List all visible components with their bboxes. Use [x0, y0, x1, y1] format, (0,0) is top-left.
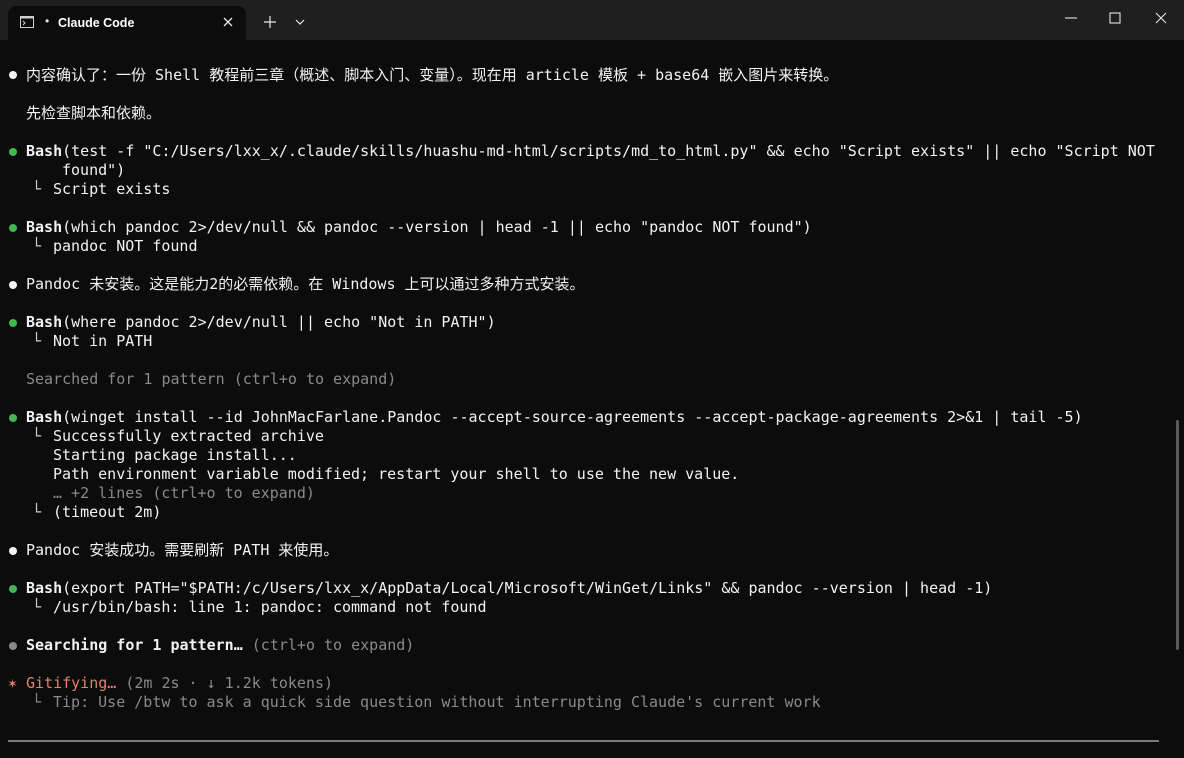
- tree-branch: └: [32, 598, 42, 616]
- tab-activity-indicator: •: [45, 14, 50, 28]
- tab-claude-code[interactable]: • Claude Code: [8, 6, 246, 40]
- minimize-icon[interactable]: [1063, 10, 1079, 26]
- prompt-divider: [8, 740, 1159, 742]
- tool-name: Bash: [26, 142, 63, 160]
- tool-name: Bash: [26, 408, 63, 426]
- bullet-dot-icon: [9, 281, 17, 289]
- chevron-down-icon[interactable]: [293, 15, 307, 29]
- bash-output: Starting package install...: [53, 446, 297, 464]
- bash-tool-call: Bash(export PATH="$PATH:/c/Users/lxx_x/A…: [26, 579, 992, 598]
- tree-branch: └: [32, 693, 42, 711]
- window-close-icon[interactable]: [1153, 10, 1169, 26]
- status-verb: Gitifying…: [26, 674, 117, 692]
- tab-title: Claude Code: [58, 16, 135, 30]
- expand-more-lines[interactable]: … +2 lines (ctrl+o to expand): [53, 484, 315, 503]
- tree-branch: └: [32, 332, 42, 350]
- bullet-dot-icon: [9, 642, 17, 650]
- bullet-dot-icon: [9, 319, 17, 327]
- plus-icon[interactable]: [262, 14, 278, 30]
- assistant-message: 先检查脚本和依赖。: [26, 104, 162, 122]
- tool-name: Bash: [26, 579, 63, 597]
- tool-name: Bash: [26, 218, 63, 236]
- tree-branch: └: [32, 503, 42, 521]
- close-icon[interactable]: [220, 14, 236, 30]
- bash-tool-call: Bash(which pandoc 2>/dev/null && pandoc …: [26, 218, 812, 237]
- bullet-dot-icon: [9, 148, 17, 156]
- bash-tool-call: Bash(where pandoc 2>/dev/null || echo "N…: [26, 313, 496, 332]
- bash-output: Not in PATH: [53, 332, 153, 350]
- bullet-dot-icon: [9, 547, 17, 555]
- bullet-dot-icon: [9, 414, 17, 422]
- bash-command: (export PATH="$PATH:/c/Users/lxx_x/AppDa…: [62, 579, 993, 597]
- scrollbar[interactable]: [1176, 420, 1179, 650]
- bash-output: Path environment variable modified; rest…: [53, 465, 740, 483]
- terminal-window: • Claude Code 内容确认了：一份 Shell 教程前三章（概述、脚本…: [0, 0, 1184, 758]
- search-in-progress[interactable]: Searching for 1 pattern… (ctrl+o to expa…: [26, 636, 414, 655]
- bash-command: (which pandoc 2>/dev/null && pandoc --ve…: [62, 218, 812, 236]
- search-label: Searching for 1 pattern…: [26, 636, 243, 654]
- bullet-dot-icon: [9, 585, 17, 593]
- bash-command: (test -f "C:/Users/lxx_x/.claude/skills/…: [62, 142, 1155, 160]
- bash-output: Script exists: [53, 180, 171, 198]
- bullet-dot-icon: [9, 224, 17, 232]
- tree-branch: └: [32, 427, 42, 445]
- bash-command: (winget install --id JohnMacFarlane.Pand…: [62, 408, 1083, 426]
- bash-output: Successfully extracted archive: [53, 427, 324, 445]
- status-detail: (2m 2s · ↓ 1.2k tokens): [125, 674, 334, 692]
- title-bar: • Claude Code: [0, 0, 1184, 40]
- bash-tool-call: Bash(winget install --id JohnMacFarlane.…: [26, 408, 1083, 427]
- bash-command: (where pandoc 2>/dev/null || echo "Not i…: [62, 313, 496, 331]
- tree-branch: └: [32, 180, 42, 198]
- tool-name: Bash: [26, 313, 63, 331]
- status-line: Gitifying… (2m 2s · ↓ 1.2k tokens): [26, 674, 333, 693]
- terminal-icon: [20, 16, 34, 28]
- search-hint: (ctrl+o to expand): [251, 636, 415, 654]
- tip-text: Tip: Use /btw to ask a quick side questi…: [53, 693, 821, 711]
- assistant-message: Pandoc 未安装。这是能力2的必需依赖。在 Windows 上可以通过多种方…: [26, 275, 585, 293]
- search-summary[interactable]: Searched for 1 pattern (ctrl+o to expand…: [26, 370, 396, 389]
- timeout-note: (timeout 2m): [53, 503, 162, 521]
- assistant-message: 内容确认了：一份 Shell 教程前三章（概述、脚本入门、变量）。现在用 art…: [26, 66, 839, 84]
- bash-tool-call: Bash(test -f "C:/Users/lxx_x/.claude/ski…: [26, 142, 1155, 161]
- bash-output: pandoc NOT found: [53, 237, 198, 255]
- tree-branch: └: [32, 237, 42, 255]
- bash-command-wrap: found"): [62, 161, 126, 179]
- assistant-message: Pandoc 安装成功。需要刷新 PATH 来使用。: [26, 541, 339, 559]
- bullet-dot-icon: [9, 71, 17, 79]
- maximize-icon[interactable]: [1107, 10, 1123, 26]
- bash-output: /usr/bin/bash: line 1: pandoc: command n…: [53, 598, 487, 616]
- status-spinner-icon: ✶: [8, 674, 18, 692]
